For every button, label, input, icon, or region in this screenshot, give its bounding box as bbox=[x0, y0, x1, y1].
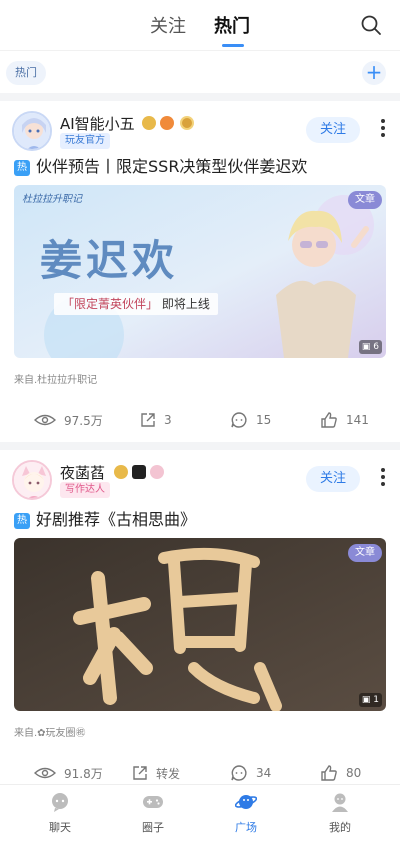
game-logo-text: 杜拉拉升职记 bbox=[22, 194, 82, 205]
image-icon: ▣ bbox=[361, 342, 371, 352]
official-badge: 玩友官方 bbox=[60, 133, 110, 149]
eye-icon bbox=[34, 414, 56, 426]
share-button[interactable]: 3 bbox=[140, 405, 172, 435]
chat-icon bbox=[52, 793, 68, 812]
thumbs-up-icon bbox=[321, 765, 337, 781]
author-name[interactable]: 夜菡萏 bbox=[60, 462, 105, 483]
active-tab-indicator bbox=[222, 44, 244, 47]
post-title: 伙伴预告丨限定SSR决策型伙伴姜迟欢 bbox=[36, 157, 308, 176]
post-source[interactable]: 来自.✿玩友圈㊗ bbox=[14, 724, 86, 739]
share-icon bbox=[133, 766, 147, 780]
medal-icon bbox=[142, 116, 156, 130]
post-card[interactable]: 夜菡萏 写作达人 关注 热好剧推荐《古相思曲》 文章 ▣ 1 来自.✿玩友圈㊗ … bbox=[0, 450, 400, 784]
like-count: 80 bbox=[346, 766, 362, 780]
image-count: 1 bbox=[373, 695, 379, 705]
medal-icon bbox=[114, 465, 128, 479]
author-name[interactable]: AI智能小五 bbox=[60, 113, 135, 134]
cover-subline: 「限定菁英伙伴」 即将上线 bbox=[54, 293, 218, 315]
bottom-nav: 聊天 圈子 广场 我的 bbox=[0, 784, 400, 852]
eye-icon bbox=[34, 767, 56, 779]
image-count-badge: ▣ 1 bbox=[358, 693, 382, 707]
cover-subline-highlight: 「限定菁英伙伴」 bbox=[62, 297, 159, 311]
more-options-icon[interactable] bbox=[380, 119, 386, 139]
comment-count: 34 bbox=[256, 766, 272, 780]
avatar[interactable] bbox=[12, 460, 52, 500]
topic-chip-hot[interactable]: 热门 bbox=[6, 61, 46, 85]
decoration-badge-icon bbox=[150, 465, 164, 479]
nav-item-chat[interactable]: 聊天 bbox=[30, 791, 90, 835]
post-cover-image[interactable]: 杜拉拉升职记 姜迟欢 「限定菁英伙伴」 即将上线 文章 ▣ 6 bbox=[14, 185, 386, 358]
more-options-icon[interactable] bbox=[380, 468, 386, 488]
article-tag: 文章 bbox=[348, 544, 382, 562]
like-count: 141 bbox=[346, 413, 369, 427]
hot-tag: 热 bbox=[14, 160, 30, 176]
writer-badge: 写作达人 bbox=[60, 482, 110, 498]
comment-button[interactable]: 15 bbox=[230, 405, 271, 435]
cat-badge-icon bbox=[132, 465, 146, 479]
views-count: 97.5万 bbox=[64, 413, 103, 428]
post-source[interactable]: 来自.杜拉拉升职记 bbox=[14, 371, 97, 386]
add-topic-button[interactable]: + bbox=[362, 61, 386, 85]
cover-subline-text: 即将上线 bbox=[161, 297, 210, 311]
nav-item-me[interactable]: 我的 bbox=[310, 791, 370, 835]
follow-button[interactable]: 关注 bbox=[306, 117, 360, 143]
topic-chip-row: 热门 + bbox=[0, 50, 400, 94]
tab-follow[interactable]: 关注 bbox=[150, 12, 186, 38]
nav-label-me: 我的 bbox=[329, 821, 351, 834]
nav-label-chat: 聊天 bbox=[49, 821, 71, 834]
post-stats-bar: 97.5万 3 15 141 bbox=[0, 405, 400, 435]
image-count: 6 bbox=[373, 342, 379, 352]
post-card[interactable]: AI智能小五 玩友官方 关注 热伙伴预告丨限定SSR决策型伙伴姜迟欢 杜拉拉升职… bbox=[0, 101, 400, 442]
top-nav: 关注 热门 bbox=[0, 0, 400, 50]
article-tag: 文章 bbox=[348, 191, 382, 209]
comment-icon bbox=[231, 412, 247, 428]
search-icon[interactable] bbox=[360, 14, 382, 36]
comment-count: 15 bbox=[256, 413, 272, 427]
profile-icon bbox=[332, 793, 348, 812]
post-cover-image[interactable]: 文章 ▣ 1 bbox=[14, 538, 386, 711]
laurel-badge-icon bbox=[180, 116, 194, 130]
tiger-badge-icon bbox=[160, 116, 174, 130]
tab-hot[interactable]: 热门 bbox=[214, 12, 250, 38]
share-count: 3 bbox=[164, 413, 172, 427]
like-button[interactable]: 141 bbox=[320, 405, 369, 435]
app-screen: 关注 热门 热门 + AI智能小五 玩友官方 关注 热 伙伴预告丨限定SSR决策… bbox=[0, 0, 400, 852]
thumbs-up-icon bbox=[321, 412, 337, 428]
nav-item-circle[interactable]: 圈子 bbox=[123, 791, 183, 835]
comment-icon bbox=[231, 765, 247, 781]
nav-item-plaza[interactable]: 广场 bbox=[216, 791, 276, 835]
share-label: 转发 bbox=[156, 766, 181, 781]
share-icon bbox=[141, 413, 155, 427]
follow-button[interactable]: 关注 bbox=[306, 466, 360, 492]
nav-label-plaza: 广场 bbox=[235, 821, 257, 834]
post-title: 好剧推荐《古相思曲》 bbox=[36, 510, 197, 529]
planet-icon bbox=[235, 795, 257, 809]
avatar[interactable] bbox=[12, 111, 52, 151]
gamepad-icon bbox=[143, 796, 163, 808]
post-title-row[interactable]: 热伙伴预告丨限定SSR决策型伙伴姜迟欢 bbox=[14, 153, 307, 177]
views-stat: 97.5万 bbox=[34, 405, 103, 435]
section-divider bbox=[0, 442, 400, 450]
cover-headline: 姜迟欢 bbox=[40, 236, 179, 285]
views-count: 91.8万 bbox=[64, 766, 103, 781]
image-icon: ▣ bbox=[361, 695, 371, 705]
post-title-row[interactable]: 热好剧推荐《古相思曲》 bbox=[14, 506, 196, 530]
section-divider bbox=[0, 93, 400, 101]
image-count-badge: ▣ 6 bbox=[358, 340, 382, 354]
hot-tag: 热 bbox=[14, 513, 30, 529]
nav-label-circle: 圈子 bbox=[142, 821, 164, 834]
